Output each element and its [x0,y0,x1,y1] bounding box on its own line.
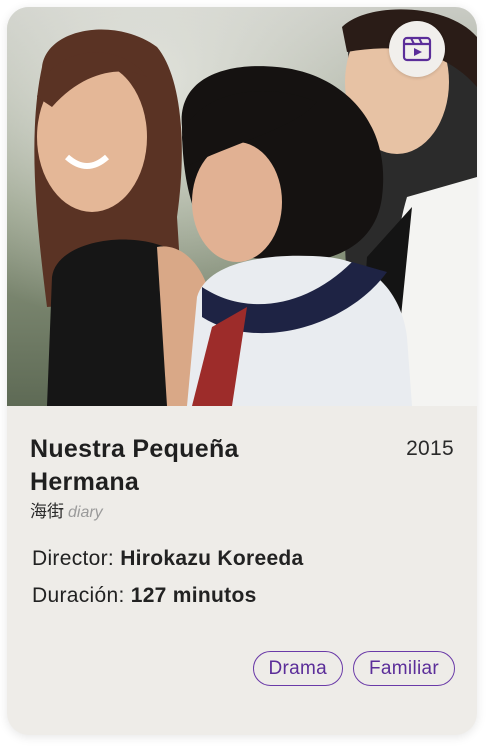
duration-label: Duración: [32,584,125,607]
original-title-latin: diary [68,504,103,521]
director-row: Director: Hirokazu Koreeda [32,547,304,571]
movie-info: Nuestra Pequeña Hermana 2015 海街 diary Dir… [7,406,477,735]
duration-row: Duración: 127 minutos [32,584,257,608]
director-value: Hirokazu Koreeda [120,547,304,570]
original-title: 海街 diary [30,497,103,522]
movie-title: Nuestra Pequeña Hermana [30,435,239,496]
duration-value: 127 minutos [130,584,257,607]
movie-year: 2015 [406,437,454,460]
movie-poster [7,7,477,406]
original-title-cjk: 海街 [30,502,64,521]
genre-tag-familiar[interactable]: Familiar [353,651,455,686]
director-label: Director: [32,547,115,570]
film-play-badge[interactable] [389,21,445,77]
film-play-icon [402,36,432,62]
genre-tag-drama[interactable]: Drama [252,651,344,686]
movie-card[interactable]: Nuestra Pequeña Hermana 2015 海街 diary Dir… [7,7,477,735]
genre-tags: Drama Familiar [252,651,455,686]
